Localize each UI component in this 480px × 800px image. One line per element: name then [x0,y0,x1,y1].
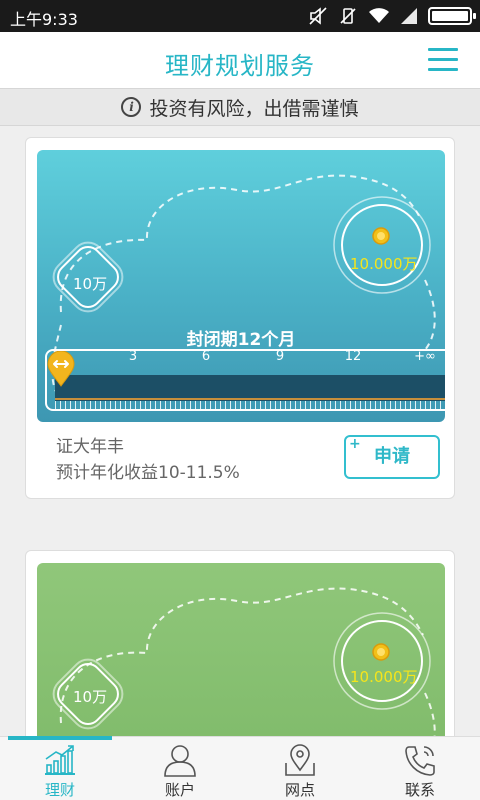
plus-icon: + [349,436,361,452]
slider-tick-label: 12 [344,349,362,364]
tab-account[interactable]: 账户 [120,737,240,800]
slider-tick-label: 9 [275,349,285,364]
tab-licai[interactable]: 理财 [0,737,120,800]
product-info: 证大年丰 预计年化收益10-11.5% [56,434,240,486]
tab-label: 账户 [164,781,195,799]
signal-icon [401,8,417,24]
tab-label: 联系 [404,781,435,799]
expected-amount-label: 10.000万 [350,255,418,273]
vibrate-off-icon [340,8,356,24]
apply-button[interactable]: + 申请 [344,435,440,479]
risk-notice-bar: i 投资有风险，出借需谨慎 [0,88,480,126]
slider-handle-icon[interactable] [47,351,75,387]
product-name: 证大年丰 [56,437,124,457]
chart-growth-icon [45,745,75,775]
period-slider[interactable]: 0 3 6 9 12 +∞ [45,349,445,411]
map-pin-icon [285,744,315,776]
slider-tick-label: +∞ [414,349,436,364]
slider-track[interactable] [55,375,445,401]
product-banner: 10万 10.000万 封闭期12个月 0 3 6 9 12 +∞ [37,150,445,422]
status-bar: 上午9:33 [0,0,480,32]
tab-label: 网点 [284,781,315,799]
slider-tick-label: 6 [201,349,211,364]
tab-branches[interactable]: 网点 [240,737,360,800]
phone-icon [405,746,435,776]
period-label: 封闭期12个月 [186,330,296,350]
min-amount-label: 10万 [73,275,108,293]
status-icons [308,5,476,27]
min-amount-label: 10万 [73,688,108,706]
app-header: 理财规划服务 [0,32,480,88]
bottom-tab-bar: 理财 账户 网点 联系 [0,736,480,800]
tab-contact[interactable]: 联系 [360,737,480,800]
tab-label: 理财 [44,781,75,799]
page-title: 理财规划服务 [165,52,315,80]
product-card[interactable]: 10万 10.000万 封闭期12个月 0 3 6 9 12 +∞ 证大年丰 预… [25,137,455,499]
user-icon [164,745,196,777]
hamburger-menu-icon[interactable] [428,46,458,74]
battery-icon [428,7,476,25]
slider-ruler [55,401,445,409]
mute-icon [309,7,327,25]
product-rate: 预计年化收益10-11.5% [56,463,240,483]
apply-button-label: 申请 [374,446,410,467]
coin-icon [372,227,390,245]
wifi-icon [369,8,389,23]
risk-notice-text: 投资有风险，出借需谨慎 [149,97,359,120]
expected-amount-label: 10.000万 [350,668,418,686]
coin-icon [372,643,390,661]
slider-tick-label: 3 [128,349,138,364]
status-time: 上午9:33 [10,10,78,29]
info-icon: i [121,97,142,117]
